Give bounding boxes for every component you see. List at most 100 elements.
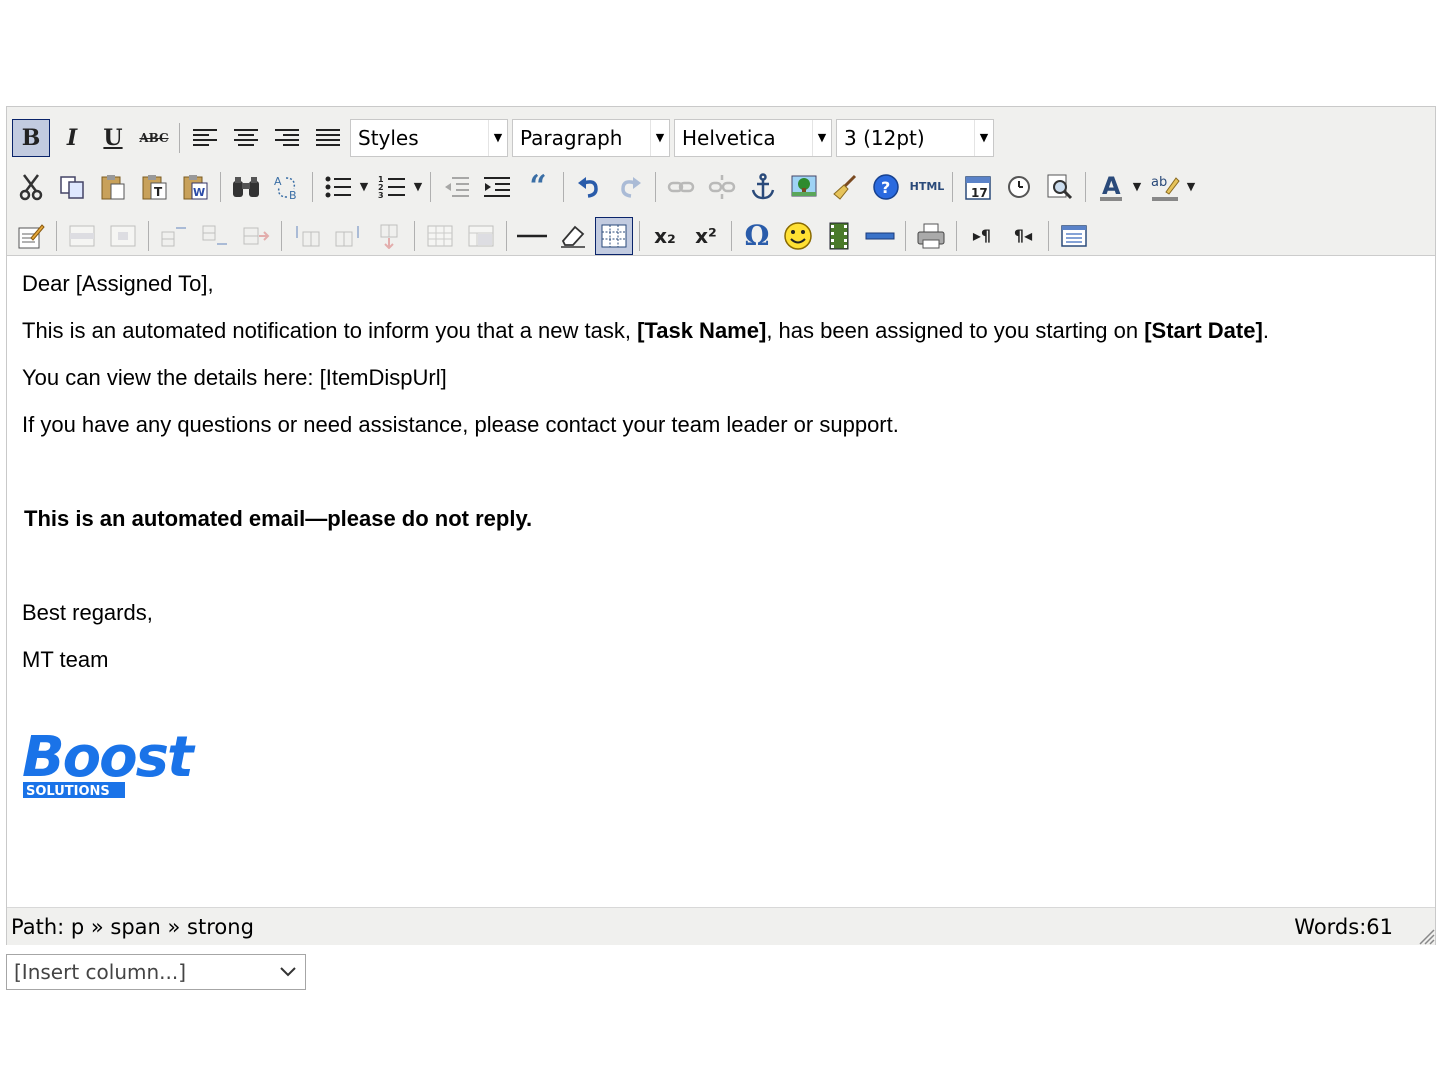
bold-button[interactable]: B: [12, 118, 50, 157]
omega-icon: Ω: [744, 219, 770, 252]
emoticon-button[interactable]: [779, 217, 817, 255]
greeting-line: Dear [Assigned To],: [22, 271, 214, 296]
paste-text-button[interactable]: T: [135, 168, 173, 206]
preview-button[interactable]: [1041, 168, 1079, 206]
bullet-list-icon-wrap: [319, 168, 357, 206]
delete-col-button[interactable]: [370, 217, 408, 255]
visual-aid-button[interactable]: [595, 216, 633, 255]
row-properties-button[interactable]: [63, 217, 101, 255]
replace-icon: AB: [274, 175, 297, 201]
paste-button[interactable]: [94, 168, 132, 206]
svg-text:17: 17: [971, 186, 988, 200]
editor-statusbar: Path: p » span » strong Words:61: [7, 907, 1435, 945]
copy-button[interactable]: [53, 168, 91, 206]
insert-time-button[interactable]: [1000, 168, 1038, 206]
chevron-down-icon[interactable]: ▼: [358, 180, 370, 193]
split-cells-button[interactable]: [421, 217, 459, 255]
fullscreen-icon: [1061, 224, 1087, 247]
bullet-list-button[interactable]: ▼: [319, 168, 370, 206]
chevron-down-icon: ▼: [812, 119, 831, 156]
unlink-button[interactable]: [703, 168, 741, 206]
toolbar-separator: [563, 171, 564, 202]
media-button[interactable]: [820, 217, 858, 255]
blockquote-button[interactable]: “: [519, 168, 557, 206]
special-character-button[interactable]: Ω: [738, 217, 776, 255]
logo-text: Boost: [22, 728, 196, 790]
highlight-color-button[interactable]: ab ▼: [1146, 168, 1197, 206]
subscript-button[interactable]: x₂: [646, 217, 684, 255]
cell-properties-button[interactable]: [104, 217, 142, 255]
font-size-select[interactable]: 3 (12pt) ▼: [836, 118, 994, 157]
find-button[interactable]: [227, 168, 265, 206]
underline-button[interactable]: U: [94, 119, 132, 157]
image-button[interactable]: [785, 168, 823, 206]
toolbar-separator: [655, 171, 656, 202]
editor-content[interactable]: Dear [Assigned To], This is an automated…: [7, 256, 1435, 907]
text-color-button[interactable]: A ▼: [1092, 168, 1143, 206]
preview-icon: [1047, 174, 1073, 199]
align-justify-button[interactable]: [309, 119, 347, 157]
rtl-button[interactable]: ¶◂: [1004, 217, 1042, 255]
redo-icon: [621, 176, 641, 198]
paste-word-icon: W: [183, 174, 208, 199]
cleanup-button[interactable]: [826, 168, 864, 206]
text-color-icon-wrap: A: [1092, 168, 1130, 206]
format-select[interactable]: Paragraph ▼: [512, 118, 670, 157]
insert-row-before-button[interactable]: [155, 217, 193, 255]
format-select-label: Paragraph: [520, 125, 623, 150]
remove-format-button[interactable]: [554, 217, 592, 255]
smiley-icon: [784, 221, 812, 250]
horizontal-rule-button[interactable]: [513, 217, 551, 255]
svg-text:A: A: [274, 175, 282, 188]
advanced-hr-button[interactable]: [861, 217, 899, 255]
ltr-button[interactable]: ▸¶: [963, 217, 1001, 255]
toolbar-separator: [430, 171, 431, 202]
chevron-down-icon[interactable]: ▼: [1131, 180, 1143, 193]
insert-row-after-button[interactable]: [196, 217, 234, 255]
toolbar-separator: [179, 122, 180, 153]
chevron-down-icon[interactable]: ▼: [1185, 180, 1197, 193]
cut-button[interactable]: [12, 168, 50, 206]
undo-button[interactable]: [570, 168, 608, 206]
styles-select[interactable]: Styles ▼: [350, 118, 508, 157]
fullscreen-button[interactable]: [1055, 217, 1093, 255]
insert-col-before-button[interactable]: [288, 217, 326, 255]
chevron-down-icon[interactable]: ▼: [412, 180, 424, 193]
replace-button[interactable]: AB: [268, 168, 306, 206]
numbered-list-icon: 123: [378, 175, 405, 200]
print-button[interactable]: [912, 217, 950, 255]
indent-button[interactable]: [478, 168, 516, 206]
svg-text:W: W: [193, 186, 205, 199]
outdent-button[interactable]: [437, 168, 475, 206]
align-center-button[interactable]: [227, 119, 265, 157]
align-left-button[interactable]: [186, 119, 224, 157]
edit-css-button[interactable]: [12, 217, 50, 255]
resize-grip-icon[interactable]: [1415, 925, 1435, 945]
insert-column-select[interactable]: [Insert column...]: [6, 954, 306, 990]
help-button[interactable]: ?: [867, 168, 905, 206]
font-family-select[interactable]: Helvetica ▼: [674, 118, 832, 157]
link-button[interactable]: [662, 168, 700, 206]
anchor-button[interactable]: [744, 168, 782, 206]
image-icon: [791, 175, 817, 196]
strikethrough-button[interactable]: ABC: [135, 119, 173, 157]
questions-line: If you have any questions or need assist…: [22, 412, 899, 437]
italic-button[interactable]: I: [53, 119, 91, 157]
insert-row-after-icon: [202, 225, 227, 245]
align-right-button[interactable]: [268, 119, 306, 157]
insert-date-button[interactable]: 17: [959, 168, 997, 206]
chevron-down-icon: ▼: [974, 119, 993, 156]
redo-button[interactable]: [611, 168, 649, 206]
signature-line: MT team: [22, 647, 109, 672]
font-size-select-label: 3 (12pt): [844, 125, 925, 150]
delete-row-button[interactable]: [237, 217, 275, 255]
html-source-button[interactable]: HTML: [908, 168, 946, 206]
rtl-icon: ¶◂: [1013, 226, 1033, 245]
merge-cells-button[interactable]: [462, 217, 500, 255]
superscript-button[interactable]: x²: [687, 217, 725, 255]
insert-col-after-button[interactable]: [329, 217, 367, 255]
toolbar-row-2: T W AB ▼ 123 ▼ “ ? HTML 17 A ▼ ab ▼: [7, 162, 1435, 211]
delete-row-icon: [243, 227, 270, 244]
paste-word-button[interactable]: W: [176, 168, 214, 206]
numbered-list-button[interactable]: 123 ▼: [373, 168, 424, 206]
